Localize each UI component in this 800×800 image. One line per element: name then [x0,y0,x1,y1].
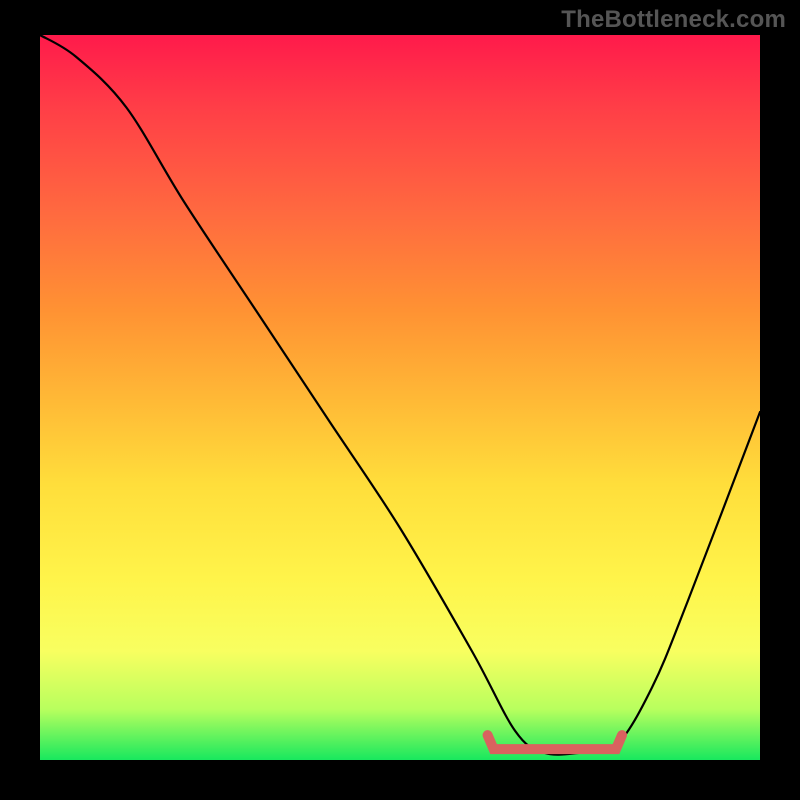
bottleneck-curve [40,35,760,755]
chart-svg [40,35,760,760]
chart-frame: TheBottleneck.com [0,0,800,800]
plot-area [40,35,760,760]
watermark-text: TheBottleneck.com [561,6,786,34]
optimal-range-marker [488,735,622,749]
